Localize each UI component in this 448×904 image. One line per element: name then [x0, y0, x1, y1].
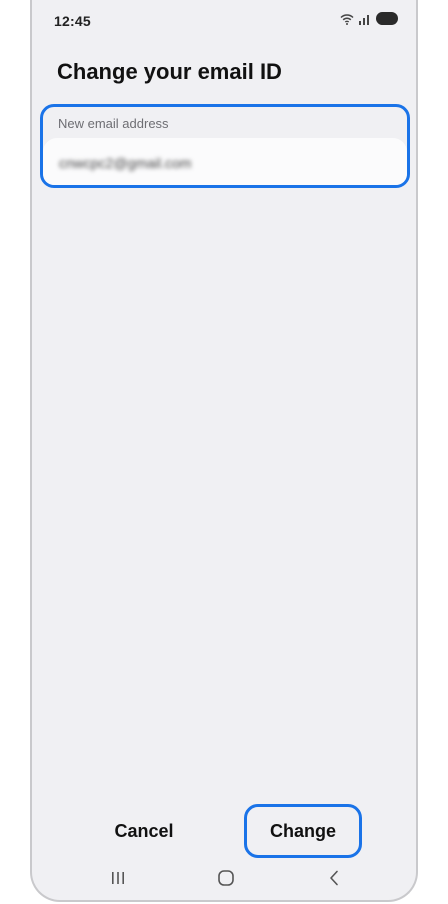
page-title: Change your email ID [57, 59, 282, 84]
navigation-bar [32, 856, 416, 900]
cancel-button[interactable]: Cancel [82, 806, 206, 856]
back-button[interactable] [314, 864, 354, 894]
recents-icon [110, 871, 126, 888]
home-icon [217, 869, 235, 889]
home-button[interactable] [206, 864, 246, 894]
recents-button[interactable] [98, 864, 138, 894]
status-time: 12:45 [54, 13, 91, 29]
back-icon [328, 870, 340, 889]
phone-screen: 12:45 Change your email ID New email add… [30, 0, 418, 902]
status-icons [340, 12, 398, 25]
change-button[interactable]: Change [244, 804, 362, 858]
email-input-container[interactable] [43, 138, 407, 185]
email-input[interactable] [59, 138, 379, 185]
wifi-icon [340, 13, 354, 25]
battery-icon [376, 12, 398, 25]
email-field-label: New email address [58, 116, 169, 131]
email-field[interactable]: New email address [40, 104, 410, 188]
signal-icon [358, 13, 372, 25]
status-bar: 12:45 [32, 0, 416, 40]
